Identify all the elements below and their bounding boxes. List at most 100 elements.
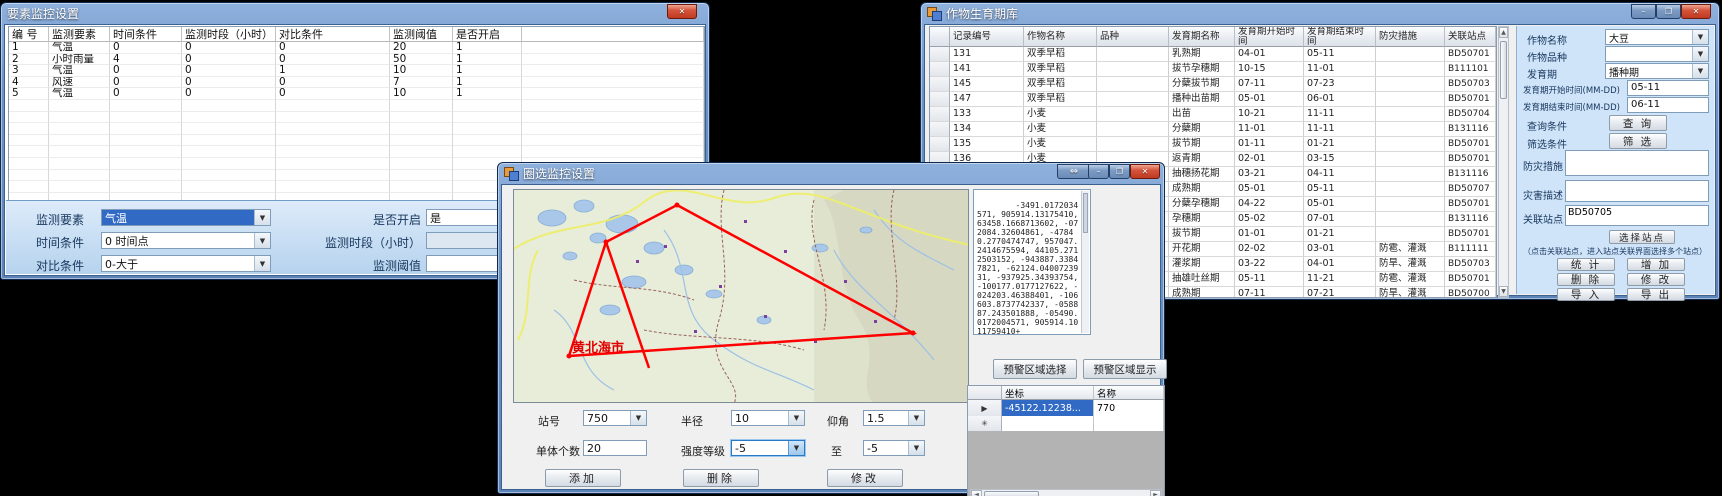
column-header[interactable]: 发育期开始时间 [1235,27,1304,47]
warning-area-select-button[interactable]: 预警区域选择 [993,359,1077,379]
titlebar[interactable]: 作物生育期库 [921,3,1719,23]
table-row[interactable]: 5气温000101 [9,88,704,100]
scroll-down-icon[interactable]: ▼ [1499,286,1508,297]
add-button[interactable]: 增 加 [1627,258,1685,271]
table-row[interactable] [9,123,704,135]
scrollbar-thumb[interactable] [1500,41,1507,99]
coordinates-textarea[interactable]: -3491.0172034571, 905914.13175410, 63458… [973,189,1091,335]
column-header[interactable]: 时间条件 [110,27,182,42]
crop-name-select[interactable]: 大豆 ▼ [1605,29,1709,45]
column-header[interactable]: 作物名称 [1024,27,1097,47]
maximize-icon[interactable]: ❐ [1656,4,1681,19]
row-selector[interactable] [930,92,950,107]
scrollbar-thumb[interactable] [984,491,1039,496]
scroll-up-icon[interactable]: ▲ [1499,27,1508,38]
table-row[interactable]: 134小麦分蘖期11-0111-11B131116 [930,122,1496,137]
column-header[interactable]: 坐标 [1002,386,1094,399]
radius-select[interactable]: 10 ▼ [731,410,805,426]
compare-condition-select[interactable]: 0-大于 ▼ [101,255,271,272]
column-header[interactable]: 监测阈值 [390,27,453,42]
warning-area-show-button[interactable]: 预警区域显示 [1083,359,1167,379]
column-header[interactable]: 名称 [1094,386,1164,399]
column-header[interactable]: 监测要素 [49,27,110,42]
elevation-select[interactable]: 1.5 ▼ [863,410,925,426]
table-row[interactable]: 147双季早稻播种出苗期05-0106-01BD50701 [930,92,1496,107]
select-station-button[interactable]: 选择站点 [1609,230,1675,244]
table-row[interactable]: 141双季早稻拔节孕穗期10-1511-01B111101 [930,62,1496,77]
add-button[interactable]: 添加 [545,469,621,487]
table-row[interactable] [9,100,704,112]
row-selector[interactable] [930,137,950,152]
column-header[interactable]: 关联站点 [1445,27,1496,47]
delete-button[interactable]: 删 除 [1557,273,1615,286]
column-header[interactable]: 品种 [1097,27,1169,47]
delete-button[interactable]: 删除 [683,469,759,487]
column-header[interactable] [522,27,704,42]
intensity-level-select[interactable]: -5 ▼ [731,440,805,456]
row-selector[interactable] [930,77,950,92]
column-header[interactable]: 编 号 [9,27,49,42]
table-vertical-scrollbar[interactable]: ▲ ▼ [1498,26,1509,298]
filter-button[interactable]: 筛 选 [1609,133,1667,149]
table-row[interactable] [9,146,704,158]
column-header[interactable]: 对比条件 [276,27,390,42]
scroll-left-icon[interactable]: ◄ [971,490,982,496]
table-new-row[interactable]: ✳ [968,416,1164,431]
column-header[interactable]: 发育期名称 [1169,27,1235,47]
table-row[interactable]: 3气温001101 [9,65,704,77]
station-select[interactable]: 750 ▼ [583,410,647,426]
close-icon[interactable]: ✕ [1130,164,1160,179]
close-icon[interactable]: ✕ [667,4,697,19]
column-header[interactable]: 防灾措施 [1376,27,1445,47]
close-icon[interactable]: ✕ [1681,4,1711,19]
stat-button[interactable]: 统 计 [1557,258,1615,271]
grid-horizontal-scrollbar[interactable]: ◄ ► [970,489,1162,496]
map-view[interactable]: 黄北海市 [513,189,969,403]
table-header-row: 坐标 名称 [968,386,1164,400]
table-row[interactable]: 131双季早稻乳熟期04-0105-11BD50701 [930,47,1496,62]
stage-end-input[interactable]: 06-11 [1627,97,1709,113]
time-condition-select[interactable]: 0 时间点 ▼ [101,232,271,249]
table-row[interactable]: 133小麦出苗10-2111-11BD50704 [930,107,1496,122]
measures-textarea[interactable] [1565,150,1709,176]
textarea-scrollbar[interactable] [1081,191,1089,333]
row-selector[interactable] [930,107,950,122]
cell-count-input[interactable]: 20 [583,440,647,456]
table-row[interactable] [9,112,704,124]
column-header[interactable]: 是否开启 [453,27,522,42]
table-row[interactable]: ▶ -45122.12238... 770 [968,400,1164,416]
table-row[interactable]: 135小麦拔节期01-1101-21BD50701 [930,137,1496,152]
element-select[interactable]: 气温 ▼ [101,209,271,226]
crop-variety-select[interactable]: ▼ [1605,46,1709,62]
table-row[interactable]: 145双季早稻分蘖拔节期07-1107-23BD50703 [930,77,1496,92]
growth-stage-select[interactable]: 播种期 ▼ [1605,63,1709,79]
modify-button[interactable]: 修改 [827,469,903,487]
row-selector[interactable] [930,62,950,77]
minimize-icon[interactable]: – [1088,164,1109,179]
table-row[interactable]: 2小时雨量400501 [9,54,704,66]
table-row[interactable]: 1气温000201 [9,42,704,54]
table-row[interactable] [9,135,704,147]
minimize-icon[interactable]: – [1631,4,1656,19]
cell [1097,137,1169,152]
column-header[interactable]: 记录编号 [950,27,1024,47]
intensity-to-select[interactable]: -5 ▼ [863,440,925,456]
table-row[interactable]: 4风速00071 [9,77,704,89]
row-selector[interactable] [930,27,950,47]
scrollbar-thumb[interactable] [1083,193,1088,233]
stage-start-input[interactable]: 05-11 [1627,80,1709,96]
swap-icon[interactable]: ⇔ [1057,164,1091,179]
row-selector[interactable] [930,122,950,137]
column-header[interactable]: 发育期结束时间 [1304,27,1376,47]
disaster-desc-textarea[interactable] [1565,180,1709,202]
row-selector[interactable] [930,47,950,62]
modify-button[interactable]: 修 改 [1627,273,1685,286]
query-button[interactable]: 查 询 [1609,115,1667,131]
column-header[interactable]: 监测时段（小时） [182,27,276,42]
maximize-icon[interactable]: ❐ [1109,164,1130,179]
import-button[interactable]: 导 入 [1557,288,1615,301]
scroll-right-icon[interactable]: ► [1150,490,1161,496]
export-button[interactable]: 导 出 [1627,288,1685,301]
titlebar[interactable]: 要素监控设置 [1,3,709,23]
linked-station-input[interactable]: BD50705 [1565,205,1709,226]
